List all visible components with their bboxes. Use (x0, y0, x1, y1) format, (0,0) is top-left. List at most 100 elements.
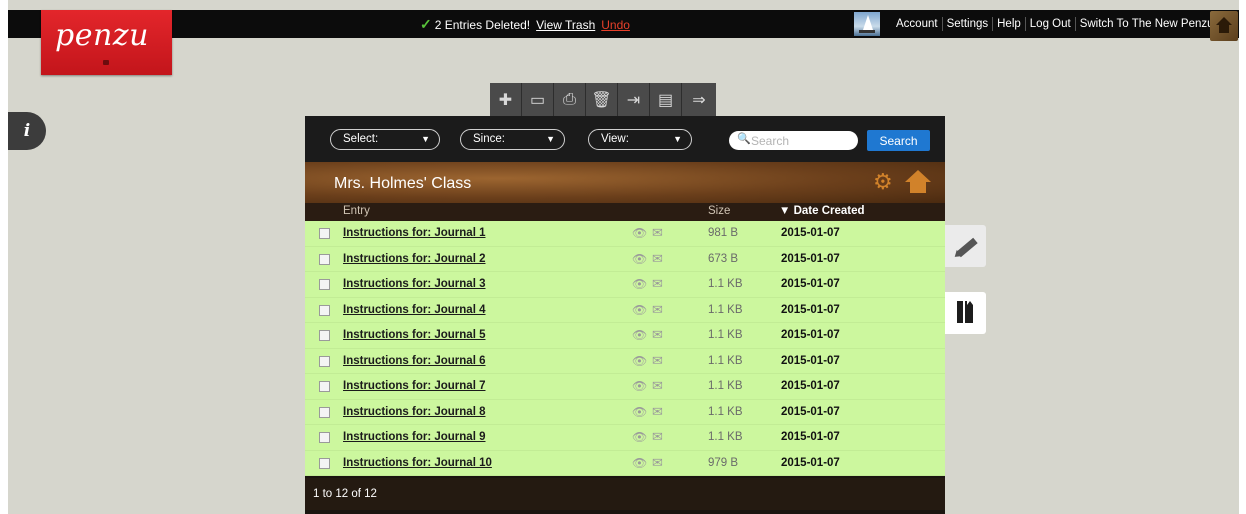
row-checkbox[interactable] (319, 279, 330, 290)
eye-icon[interactable]: 👁 (632, 277, 649, 291)
mail-icon[interactable]: ✉ (652, 430, 668, 444)
nav-settings[interactable]: Settings (943, 17, 994, 31)
mail-icon[interactable]: ✉ (652, 455, 668, 470)
folder-icon[interactable]: ▭ (522, 83, 554, 116)
eye-icon[interactable]: 👁 (632, 252, 649, 266)
lock-icon (103, 60, 109, 65)
avatar[interactable] (854, 12, 880, 36)
chevron-down-icon: ▼ (421, 134, 430, 144)
edit-tab[interactable] (945, 225, 986, 267)
mail-icon[interactable]: ✉ (652, 404, 668, 419)
eye-icon[interactable]: 👁 (632, 354, 649, 368)
eye-icon[interactable]: 👁 (632, 226, 649, 240)
mail-icon[interactable]: ✉ (652, 277, 668, 291)
eye-icon[interactable]: 👁 (632, 379, 649, 393)
search-input[interactable] (751, 133, 851, 148)
gear-icon[interactable]: ⚙ (873, 171, 895, 193)
mail-icon[interactable]: ✉ (652, 302, 668, 317)
mail-icon[interactable]: ✉ (652, 226, 668, 240)
table-row: Instructions for: Journal 1 👁 ✉ 981 B 20… (305, 221, 945, 247)
search-box: 🔍 (729, 131, 858, 150)
eye-icon[interactable]: 👁 (632, 430, 649, 444)
home-base (1219, 25, 1229, 33)
entry-size: 673 B (708, 252, 739, 265)
row-checkbox[interactable] (319, 457, 330, 469)
clipboard-icon[interactable]: ▤ (650, 83, 682, 116)
info-tab[interactable]: i (8, 112, 46, 150)
row-checkbox[interactable] (319, 406, 330, 418)
row-checkbox[interactable] (319, 304, 330, 316)
entry-link[interactable]: Instructions for: Journal 9 (343, 431, 486, 443)
table-row: Instructions for: Journal 7 👁 ✉ 1.1 KB 2… (305, 374, 945, 400)
select-dropdown[interactable]: Select: ▼ (330, 129, 440, 150)
move-icon[interactable]: ⇥ (618, 83, 650, 116)
print-icon[interactable]: ⎙ (554, 83, 586, 116)
penzu-logo[interactable]: penzu (41, 10, 172, 75)
bookmark-tab[interactable] (945, 292, 986, 334)
table-row: Instructions for: Journal 6 👁 ✉ 1.1 KB 2… (305, 348, 945, 374)
nav-help[interactable]: Help (993, 17, 1026, 31)
notice-text: 2 Entries Deleted! (434, 18, 531, 32)
mail-icon[interactable]: ✉ (652, 328, 668, 342)
home-tile-icon[interactable] (1210, 11, 1238, 41)
entry-size: 1.1 KB (708, 329, 743, 341)
entry-size: 1.1 KB (708, 354, 743, 367)
entry-size: 1.1 KB (708, 431, 743, 443)
entry-size: 979 B (708, 456, 739, 469)
add-icon[interactable]: ✚ (490, 83, 522, 116)
row-checkbox[interactable] (319, 330, 330, 341)
column-size[interactable]: Size (708, 205, 730, 217)
entry-link[interactable]: Instructions for: Journal 8 (343, 406, 486, 418)
entry-date: 2015-01-07 (781, 380, 840, 392)
since-label: Since: (473, 133, 505, 145)
nav-log-out[interactable]: Log Out (1026, 17, 1076, 31)
row-checkbox[interactable] (319, 355, 330, 367)
mail-icon[interactable]: ✉ (652, 353, 668, 368)
column-date-created[interactable]: ▼ Date Created (779, 205, 865, 217)
nav-account[interactable]: Account (892, 17, 943, 31)
entry-link[interactable]: Instructions for: Journal 6 (343, 355, 486, 367)
column-entry[interactable]: Entry (343, 205, 370, 217)
eye-icon[interactable]: 👁 (632, 328, 649, 342)
entry-size: 1.1 KB (708, 405, 743, 418)
row-checkbox[interactable] (319, 381, 330, 392)
journal-panel: Select: ▼ Since: ▼ View: ▼ 🔍 Search Mrs. Ho… (305, 116, 945, 514)
home-icon[interactable] (905, 170, 931, 194)
export-icon[interactable]: ⇒ (682, 83, 716, 116)
pagination: 1 to 12 of 12 (305, 478, 945, 510)
entry-date: 2015-01-07 (781, 329, 840, 341)
entry-date: 2015-01-07 (781, 227, 840, 239)
eye-icon[interactable]: 👁 (632, 405, 649, 419)
table-row: Instructions for: Journal 5 👁 ✉ 1.1 KB 2… (305, 323, 945, 349)
since-dropdown[interactable]: Since: ▼ (460, 129, 565, 150)
mail-icon[interactable]: ✉ (652, 379, 668, 393)
entry-link[interactable]: Instructions for: Journal 5 (343, 329, 486, 341)
row-checkbox[interactable] (319, 432, 330, 443)
table-row: Instructions for: Journal 10 👁 ✉ 979 B 2… (305, 450, 945, 476)
chevron-down-icon: ▼ (673, 134, 682, 144)
entry-toolbar: ✚ ▭ ⎙ 🗑 ⇥ ▤ ⇒ (490, 83, 716, 116)
trash-icon[interactable]: 🗑 (586, 83, 618, 116)
entry-link[interactable]: Instructions for: Journal 7 (343, 380, 486, 392)
entry-date: 2015-01-07 (781, 431, 840, 443)
mail-icon[interactable]: ✉ (652, 251, 668, 266)
undo-link[interactable]: Undo (601, 18, 630, 32)
entry-size: 1.1 KB (708, 380, 743, 392)
nav-switch-new-penzu[interactable]: Switch To The New Penzu (1076, 17, 1218, 31)
search-button[interactable]: Search (867, 130, 930, 151)
view-dropdown[interactable]: View: ▼ (588, 129, 692, 150)
eye-icon[interactable]: 👁 (632, 303, 649, 317)
row-checkbox[interactable] (319, 228, 330, 239)
entry-size: 981 B (708, 227, 739, 239)
view-trash-link[interactable]: View Trash (536, 18, 595, 32)
select-label: Select: (343, 133, 379, 145)
row-checkbox[interactable] (319, 253, 330, 265)
home-roof (1216, 17, 1232, 25)
eye-icon[interactable]: 👁 (632, 456, 649, 470)
entry-link[interactable]: Instructions for: Journal 4 (343, 304, 486, 316)
entry-link[interactable]: Instructions for: Journal 10 (343, 457, 492, 469)
entry-link[interactable]: Instructions for: Journal 2 (343, 253, 486, 265)
entry-link[interactable]: Instructions for: Journal 1 (343, 227, 486, 239)
entry-link[interactable]: Instructions for: Journal 3 (343, 278, 486, 290)
journal-title: Mrs. Holmes' Class (334, 175, 472, 192)
